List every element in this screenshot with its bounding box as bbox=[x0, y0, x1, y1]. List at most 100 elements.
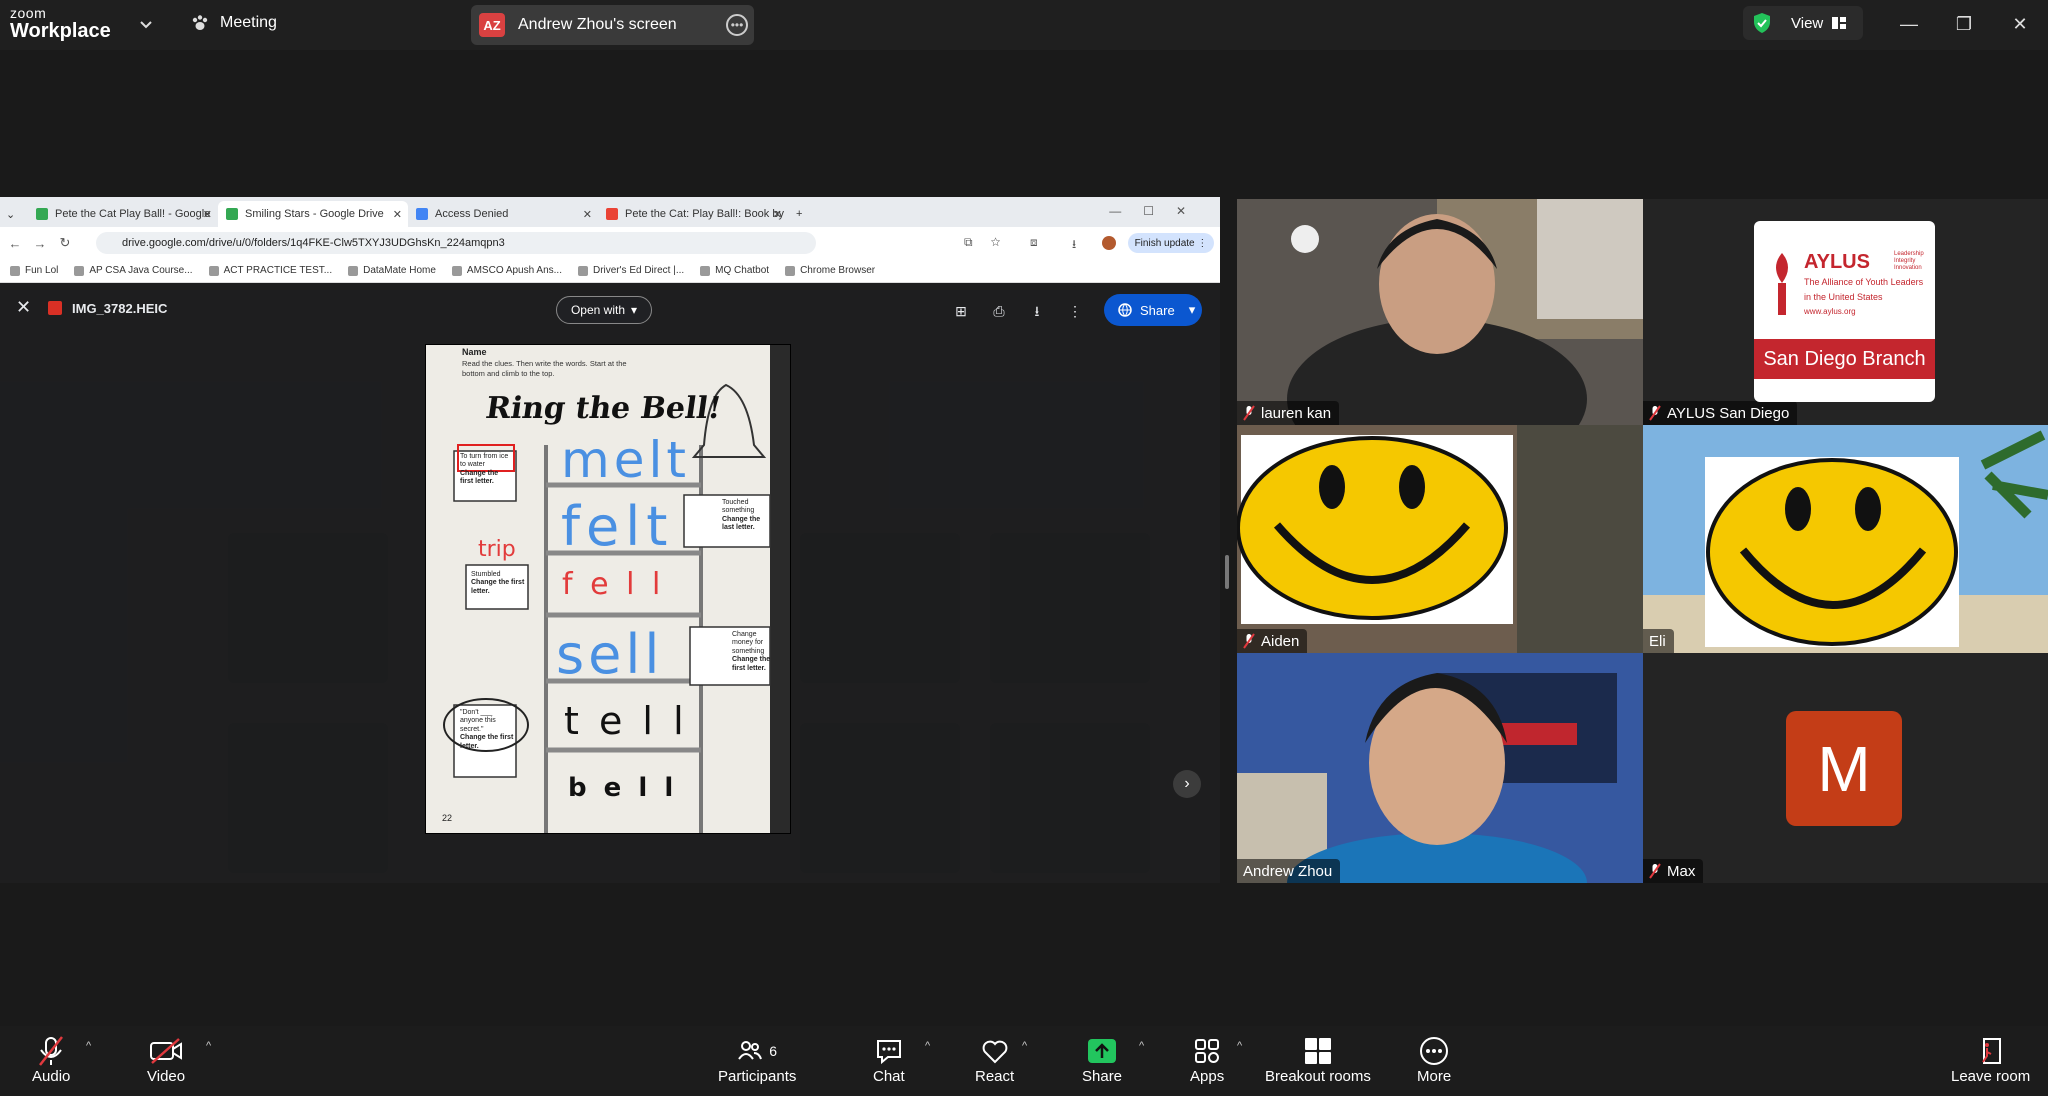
chat-icon bbox=[876, 1040, 901, 1065]
bookmark-label: Fun Lol bbox=[25, 265, 59, 276]
share-label: Share bbox=[1082, 1068, 1123, 1085]
close-tab-icon[interactable]: ✕ bbox=[393, 208, 402, 221]
close-tab-icon[interactable]: ✕ bbox=[773, 208, 782, 221]
more-actions-icon[interactable]: ⋮ bbox=[1066, 303, 1084, 319]
more-options-icon[interactable]: ••• bbox=[726, 14, 748, 36]
chat-button[interactable]: Chat bbox=[873, 1034, 905, 1085]
restore-icon[interactable]: ❐ bbox=[1952, 12, 1976, 36]
shared-screen-indicator[interactable]: AZ Andrew Zhou's screen ••• bbox=[471, 5, 754, 45]
extensions-icon[interactable]: ⧈ bbox=[1030, 235, 1038, 250]
participant-name-label: AYLUS San Diego bbox=[1643, 401, 1798, 425]
next-file-arrow[interactable]: › bbox=[1173, 770, 1201, 798]
browser-window-controls[interactable]: —☐✕ bbox=[1109, 204, 1208, 218]
share-screen-button[interactable]: Share bbox=[1082, 1034, 1122, 1085]
audio-options-caret[interactable]: ^ bbox=[86, 1040, 91, 1052]
bookmark-item[interactable]: ACT PRACTICE TEST... bbox=[208, 265, 332, 276]
more-label: More bbox=[1417, 1068, 1452, 1085]
bookmark-item[interactable]: MQ Chatbot bbox=[700, 265, 769, 276]
reload-icon[interactable]: ↻ bbox=[55, 235, 75, 251]
close-viewer-icon[interactable]: ✕ bbox=[16, 297, 31, 318]
shared-screen-label: Andrew Zhou's screen bbox=[518, 16, 677, 33]
apps-button[interactable]: Apps bbox=[1190, 1034, 1224, 1085]
audio-button[interactable]: Audio bbox=[32, 1034, 70, 1085]
new-tab-icon[interactable]: + bbox=[788, 201, 818, 227]
tab-pete-google[interactable]: Pete the Cat Play Ball! - Google ✕ bbox=[28, 201, 218, 227]
aylus-line2: The Alliance of Youth Leaders in the Uni… bbox=[1804, 277, 1924, 302]
image-file-icon bbox=[48, 301, 62, 315]
react-button[interactable]: React bbox=[975, 1034, 1014, 1085]
participant-name-label: lauren kan bbox=[1237, 401, 1340, 425]
answer-tell: t e l l bbox=[564, 699, 688, 743]
tab-title: Pete the Cat: Play Ball!: Book by bbox=[625, 208, 784, 220]
bookmark-item[interactable]: Driver's Ed Direct |... bbox=[577, 265, 684, 276]
bookmark-item[interactable]: Chrome Browser bbox=[785, 265, 875, 276]
minimize-icon[interactable]: — bbox=[1897, 12, 1921, 36]
globe-icon bbox=[1118, 303, 1132, 317]
participant-name-label: Max bbox=[1643, 859, 1704, 883]
mic-muted-icon bbox=[1649, 405, 1661, 421]
react-options-caret[interactable]: ^ bbox=[1022, 1040, 1027, 1052]
apps-options-caret[interactable]: ^ bbox=[1237, 1040, 1242, 1052]
print-icon[interactable]: ⎙ bbox=[990, 303, 1008, 319]
participant-name-label: Eli bbox=[1643, 629, 1674, 653]
drive-share-button[interactable]: Share ▾ bbox=[1104, 294, 1202, 326]
max-avatar: M bbox=[1786, 711, 1902, 826]
participants-button[interactable]: 6 Participants bbox=[718, 1034, 796, 1085]
video-tile-eli[interactable]: Eli bbox=[1643, 425, 2048, 653]
bookmark-item[interactable]: DataMate Home bbox=[348, 265, 436, 276]
audio-label: Audio bbox=[32, 1068, 71, 1085]
chat-options-caret[interactable]: ^ bbox=[925, 1040, 930, 1052]
video-tile-lauren[interactable]: lauren kan bbox=[1237, 199, 1643, 425]
clue-tell: "Don't ___ anyone this secret." Change th… bbox=[460, 709, 514, 751]
chevron-down-icon[interactable] bbox=[138, 16, 154, 32]
profile-avatar[interactable] bbox=[1102, 236, 1116, 250]
participant-name: Max bbox=[1667, 862, 1696, 880]
forward-icon[interactable]: → bbox=[30, 236, 50, 251]
bookmark-item[interactable]: Fun Lol bbox=[10, 265, 58, 276]
finish-update-label: Finish update bbox=[1134, 237, 1195, 249]
worksheet-title: Ring the Bell! bbox=[483, 391, 724, 426]
leave-door-icon bbox=[1981, 1038, 2001, 1064]
bookmark-item[interactable]: AMSCO Apush Ans... bbox=[451, 265, 562, 276]
video-button[interactable]: Video bbox=[147, 1034, 185, 1085]
share-options-caret[interactable]: ^ bbox=[1139, 1040, 1144, 1052]
download-icon[interactable]: ⭳ bbox=[1072, 235, 1076, 256]
breakout-rooms-icon bbox=[1304, 1038, 1331, 1064]
heart-icon bbox=[982, 1040, 1007, 1064]
meeting-info-button[interactable]: Meeting bbox=[190, 13, 277, 33]
gallery-view-icon bbox=[1832, 17, 1847, 29]
close-tab-icon[interactable]: ✕ bbox=[583, 208, 592, 221]
video-tile-aiden[interactable]: Aiden bbox=[1237, 425, 1643, 653]
tab-search-icon[interactable]: ⌄ bbox=[0, 201, 28, 227]
participant-name: Aiden bbox=[1261, 632, 1300, 650]
video-tile-andrew-zhou[interactable]: Andrew Zhou bbox=[1237, 653, 1643, 883]
leave-room-button[interactable]: Leave room bbox=[1951, 1034, 2030, 1085]
back-icon[interactable]: ← bbox=[5, 236, 25, 251]
url-field[interactable]: drive.google.com/drive/u/0/folders/1q4FK… bbox=[96, 232, 816, 254]
drive-icon bbox=[226, 208, 238, 220]
clue-text: Stumbled bbox=[471, 571, 501, 578]
download-icon[interactable]: ⭳ bbox=[1028, 303, 1046, 319]
view-button[interactable]: View bbox=[1743, 6, 1863, 40]
close-icon[interactable]: ✕ bbox=[2008, 12, 2032, 36]
answer-felt: felt bbox=[561, 495, 674, 558]
aylus-band: San Diego Branch bbox=[1754, 339, 1935, 379]
tab-title: Pete the Cat Play Ball! - Google bbox=[55, 208, 211, 220]
address-actions-icons[interactable]: ⧉☆ bbox=[964, 235, 1018, 250]
tab-pete-book[interactable]: Pete the Cat: Play Ball!: Book by ✕ bbox=[598, 201, 788, 227]
add-comment-icon[interactable]: ⊞ bbox=[952, 303, 970, 319]
open-with-button[interactable]: Open with ▾ bbox=[556, 296, 652, 324]
breakout-rooms-button[interactable]: Breakout rooms bbox=[1265, 1034, 1371, 1085]
clue-sell: Change money for something Change the fir… bbox=[732, 631, 772, 673]
close-tab-icon[interactable]: ✕ bbox=[203, 208, 212, 221]
split-divider-handle[interactable] bbox=[1225, 555, 1229, 589]
more-button[interactable]: More bbox=[1417, 1034, 1451, 1085]
tab-smiling-stars[interactable]: Smiling Stars - Google Drive ✕ bbox=[218, 201, 408, 227]
finish-update-button[interactable]: Finish update ⋮ bbox=[1128, 233, 1214, 253]
address-bar: ← → ↻ drive.google.com/drive/u/0/folders… bbox=[0, 227, 1220, 259]
brand-big: Workplace bbox=[10, 20, 111, 42]
tab-access-denied[interactable]: Access Denied ✕ bbox=[408, 201, 598, 227]
bookmark-item[interactable]: AP CSA Java Course... bbox=[74, 265, 193, 276]
video-options-caret[interactable]: ^ bbox=[206, 1040, 211, 1052]
docs-icon bbox=[416, 208, 428, 220]
